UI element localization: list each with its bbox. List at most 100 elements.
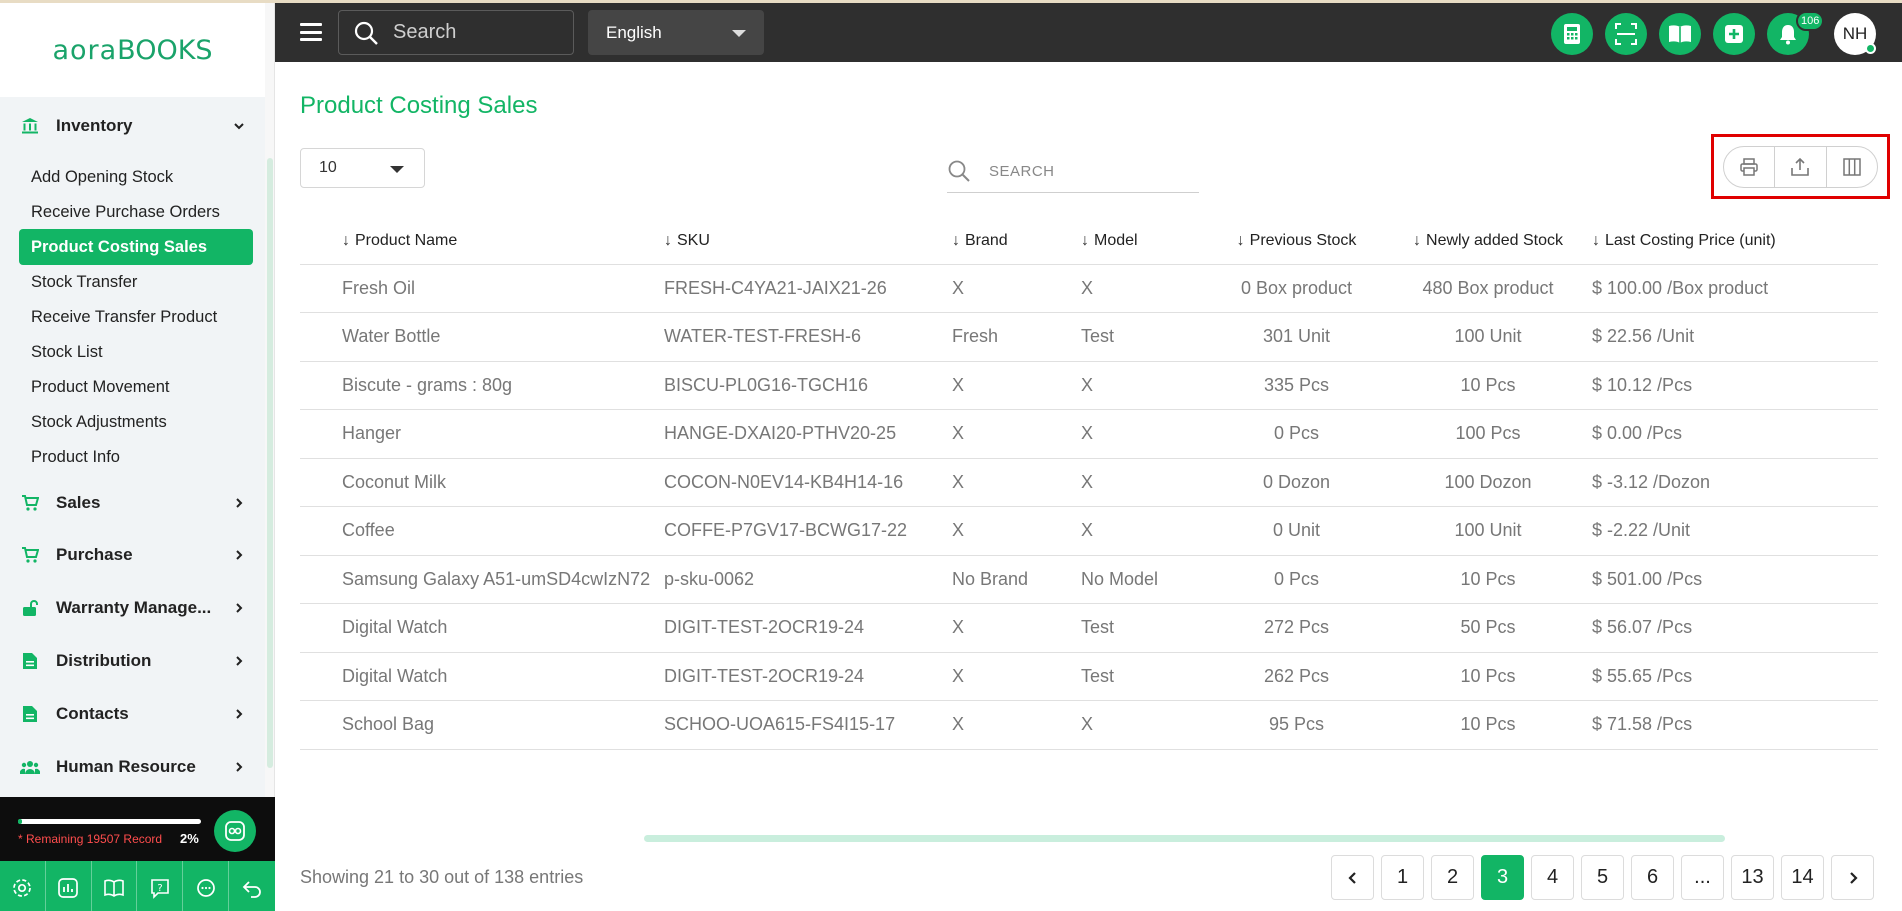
chevron-down-icon [230,117,248,135]
sidebar-sub-stock-adjustments[interactable]: Stock Adjustments [19,404,253,440]
cell-product-name: Digital Watch [300,603,664,653]
sidebar-sub-stock-transfer[interactable]: Stock Transfer [19,264,253,300]
table-row[interactable]: Coconut Milk COCON-N0EV14-KB4H14-16 X X 0 Do… [300,458,1878,507]
cell-sku: COCON-N0EV14-KB4H14-16 [664,458,952,507]
chevron-right-icon [230,652,248,670]
calculator-icon[interactable] [1551,13,1593,55]
cell-product-name: Digital Watch [300,652,664,701]
sidebar-sub-stock-list[interactable]: Stock List [19,334,253,370]
pagination-page-14[interactable]: 14 [1781,855,1824,900]
sidebar-item-distribution[interactable]: Distribution [20,646,250,676]
sidebar-sub-product-info[interactable]: Product Info [19,439,253,475]
column-header-model[interactable]: ↓ Model [1081,219,1209,265]
sidebar-sub-receive-purchase-orders[interactable]: Receive Purchase Orders [19,194,253,230]
table-row[interactable]: Digital Watch DIGIT-TEST-2OCR19-24 X Test 27… [300,603,1878,653]
cell-product-name: Water Bottle [300,312,664,362]
sidebar-item-contacts[interactable]: Contacts [20,699,250,729]
cell-model: No Model [1081,555,1209,604]
chart-icon[interactable] [46,861,92,911]
document-icon [20,651,40,671]
table-row[interactable]: Fresh Oil FRESH-C4YA21-JAIX21-26 X X 0 Box p… [300,264,1878,313]
chevron-right-icon [230,494,248,512]
storage-upgrade-button[interactable] [214,810,256,852]
sidebar-scrollbar[interactable] [267,158,273,768]
table-row[interactable]: Coffee COFFE-P7GV17-BCWG17-22 X X 0 Unit 100 … [300,506,1878,556]
help-icon[interactable]: ? [137,861,184,911]
cell-last-costing-price: $ 0.00 /Pcs [1592,409,1878,459]
settings-icon[interactable] [0,861,46,911]
pagination-page-5[interactable]: 5 [1581,855,1624,900]
pagination-page-13[interactable]: 13 [1731,855,1774,900]
sort-arrow-icon: ↓ [1081,232,1089,250]
cell-newly-added-stock: 100 Dozon [1384,458,1592,507]
book-icon[interactable] [1659,13,1701,55]
book-open-icon[interactable] [92,861,138,911]
pagination-next-button[interactable] [1831,855,1874,900]
menu-toggle-icon[interactable] [300,23,322,41]
table-search-input[interactable]: SEARCH [947,150,1199,193]
pagination-page-4[interactable]: 4 [1531,855,1574,900]
page-title: Product Costing Sales [300,92,538,119]
cell-brand: X [952,264,1081,313]
sidebar-item-warranty[interactable]: Warranty Manage... [20,593,250,623]
entries-per-page-select[interactable]: 10 [300,148,425,188]
global-search-input[interactable]: Search [338,10,574,55]
user-avatar[interactable]: NH [1834,13,1876,55]
sidebar-item-human-resource[interactable]: Human Resource [20,752,250,782]
print-icon[interactable] [1724,147,1776,187]
table-body: Fresh Oil FRESH-C4YA21-JAIX21-26 X X 0 Box p… [300,264,1878,750]
logo[interactable]: aoraBOOKS [0,3,265,97]
column-header-brand[interactable]: ↓ Brand [952,219,1081,265]
cell-model: X [1081,458,1209,507]
table-row[interactable]: Water Bottle WATER-TEST-FRESH-6 Fresh Test 3… [300,312,1878,362]
sort-arrow-icon: ↓ [952,232,960,250]
sidebar-sub-add-opening-stock[interactable]: Add Opening Stock [19,159,253,195]
sort-arrow-icon: ↓ [1236,232,1245,250]
language-select[interactable]: English [588,10,764,55]
pagination-ellipsis: ... [1681,855,1724,900]
pagination-page-1[interactable]: 1 [1381,855,1424,900]
cell-newly-added-stock: 10 Pcs [1384,361,1592,410]
column-header-newly-added-stock[interactable]: ↓ Newly added Stock [1384,219,1592,265]
pagination-page-6[interactable]: 6 [1631,855,1674,900]
svg-text:?: ? [157,883,162,894]
chat-icon[interactable] [183,861,229,911]
cell-last-costing-price: $ 71.58 /Pcs [1592,700,1878,750]
export-icon[interactable] [1775,147,1827,187]
cell-sku: BISCU-PL0G16-TGCH16 [664,361,952,410]
sidebar-sub-receive-transfer-product[interactable]: Receive Transfer Product [19,299,253,335]
sidebar-menu: Inventory Add Opening Stock Receive Purc… [0,97,265,797]
column-header-product-name[interactable]: ↓ Product Name [300,219,664,265]
sidebar-sub-product-costing-sales[interactable]: Product Costing Sales [19,229,253,265]
scan-icon[interactable] [1605,13,1647,55]
table-row[interactable]: Biscute - grams : 80g BISCU-PL0G16-TGCH16… [300,361,1878,410]
table-row[interactable]: Samsung Galaxy A51-umSD4cwIzN72 p-sku-006… [300,555,1878,604]
pagination-prev-button[interactable] [1331,855,1374,900]
sidebar-item-purchase[interactable]: Purchase [20,540,250,570]
column-header-last-costing-price[interactable]: ↓ Last Costing Price (unit) [1592,219,1878,265]
online-status-dot [1865,43,1876,54]
sidebar-item-label: Sales [56,493,101,512]
cell-newly-added-stock: 10 Pcs [1384,700,1592,750]
sidebar-item-label: Distribution [56,651,152,670]
cell-newly-added-stock: 100 Pcs [1384,409,1592,459]
sidebar-item-sales[interactable]: Sales [20,488,250,518]
table-horizontal-scrollbar[interactable] [644,835,1725,842]
table-row[interactable]: Digital Watch DIGIT-TEST-2OCR19-24 X Test 26… [300,652,1878,701]
cell-brand: X [952,409,1081,459]
document-icon [20,704,40,724]
add-icon[interactable] [1713,13,1755,55]
pagination-page-2[interactable]: 2 [1431,855,1474,900]
columns-icon[interactable] [1827,147,1877,187]
table-row[interactable]: School Bag SCHOO-UOA615-FS4I15-17 X X 95 Pcs… [300,700,1878,750]
logout-icon[interactable] [229,861,275,911]
sidebar-bottom-toolbar: ? [0,861,275,911]
table-row[interactable]: Hanger HANGE-DXAI20-PTHV20-25 X X 0 Pcs 100 P… [300,409,1878,459]
chevron-right-icon [230,546,248,564]
column-header-previous-stock[interactable]: ↓ Previous Stock [1209,219,1384,265]
pagination-page-3[interactable]: 3 [1481,855,1524,900]
sidebar-item-inventory[interactable]: Inventory [20,111,250,141]
sidebar-sub-product-movement[interactable]: Product Movement [19,369,253,405]
sort-arrow-icon: ↓ [342,232,350,250]
column-header-sku[interactable]: ↓ SKU [664,219,952,265]
